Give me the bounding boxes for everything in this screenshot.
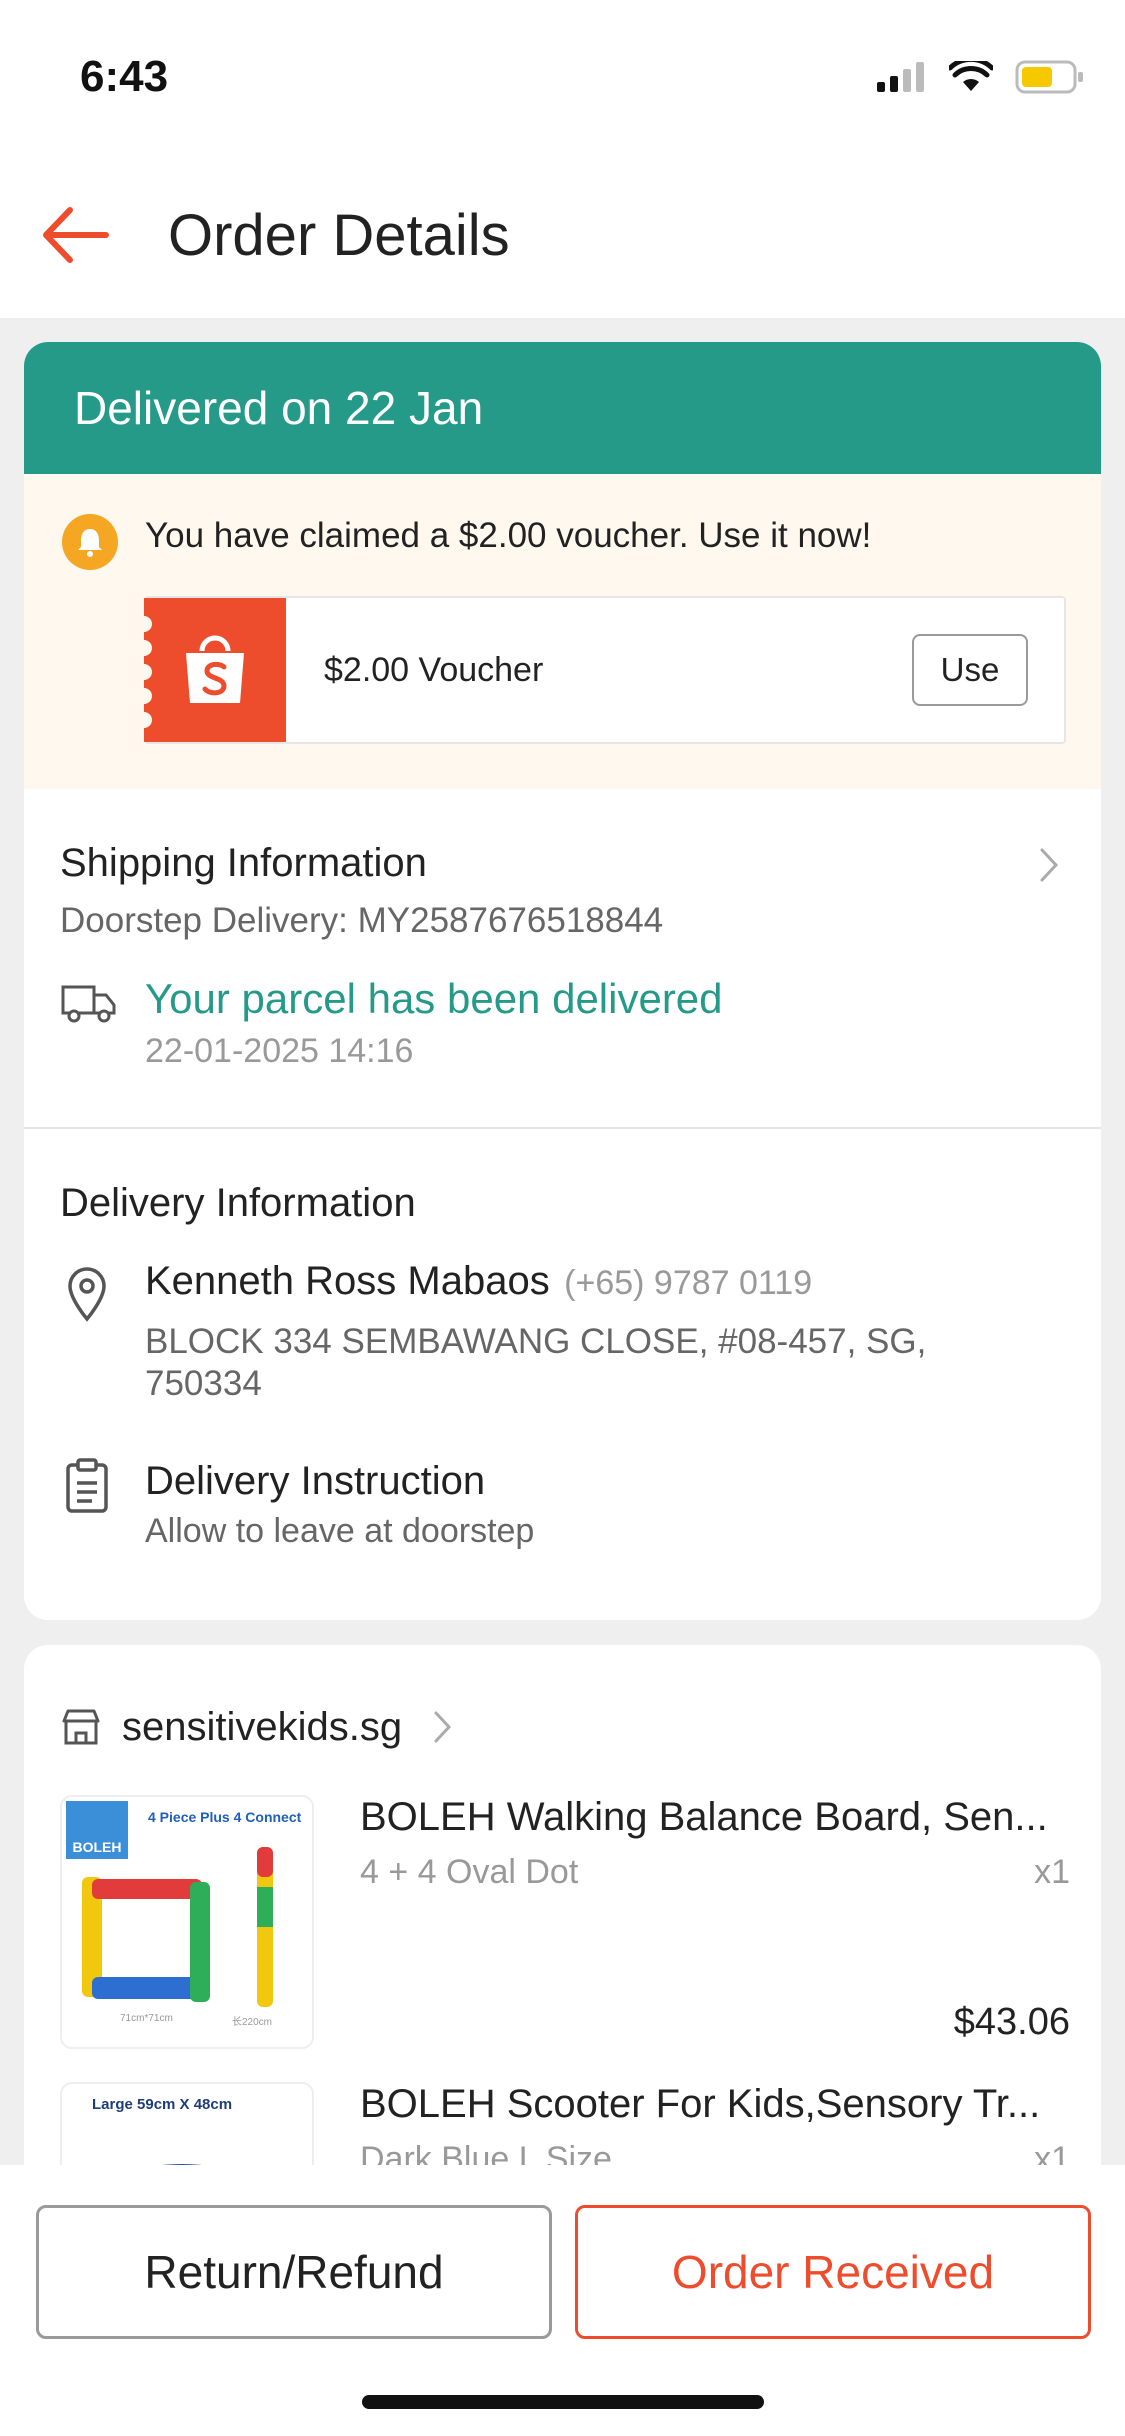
delivered-text: Delivered on 22 Jan <box>74 382 484 434</box>
delivery-status: Your parcel has been delivered <box>145 975 723 1022</box>
delivery-timestamp: 22-01-2025 14:16 <box>145 1032 414 1070</box>
recipient-row: Kenneth Ross Mabaos (+65) 9787 0119 <box>145 1259 812 1304</box>
thumb-dims-left: 71cm*71cm <box>120 2013 173 2024</box>
bell-icon <box>62 514 118 570</box>
instruction-text: Allow to leave at doorstep <box>145 1512 535 1550</box>
thumb-caption: 4 Piece Plus 4 Connect <box>148 1809 302 1825</box>
truck-icon <box>61 985 116 1023</box>
shipping-method: Doorstep Delivery: MY2587676518844 <box>60 901 664 940</box>
voucher-ticket[interactable]: $2.00 Voucher Use <box>136 596 1066 744</box>
recipient-name: Kenneth Ross Mabaos <box>145 1259 550 1303</box>
voucher-notice: You have claimed a $2.00 voucher. Use it… <box>24 474 1101 789</box>
shopping-bag-icon <box>186 635 244 703</box>
home-indicator <box>362 2395 764 2409</box>
status-bar: 6:43 <box>0 0 1125 150</box>
product-qty: x1 <box>1034 1853 1070 1891</box>
arrow-left-icon <box>43 207 109 263</box>
return-refund-button[interactable]: Return/Refund <box>36 2205 552 2339</box>
thumb-dims-right: 长220cm <box>232 2017 273 2028</box>
product-thumbnail: BOLEH 4 Piece Plus 4 Connect 71cm*71cm 长… <box>60 1795 314 2049</box>
recipient-phone: (+65) 9787 0119 <box>564 1264 813 1302</box>
recipient-address: BLOCK 334 SEMBAWANG CLOSE, #08-457, SG, … <box>145 1322 927 1403</box>
use-voucher-button[interactable]: Use <box>912 634 1028 706</box>
back-button[interactable] <box>36 200 116 270</box>
product-name: BOLEH Walking Balance Board, Sen... <box>360 1795 1048 1839</box>
delivery-instruction: Delivery Instruction Allow to leave at d… <box>145 1459 534 1551</box>
shop-name: sensitivekids.sg <box>122 1704 403 1749</box>
wifi-icon <box>949 61 993 91</box>
status-icons <box>877 60 1085 94</box>
battery-icon <box>1015 60 1083 94</box>
chevron-right-icon <box>1040 848 1059 882</box>
delivery-title: Delivery Information <box>60 1181 416 1225</box>
product-name: BOLEH Scooter For Kids,Sensory Tr... <box>360 2082 1041 2126</box>
instruction-title: Delivery Instruction <box>145 1459 486 1503</box>
voucher-label: $2.00 Voucher <box>324 650 544 689</box>
bottom-action-bar: Return/Refund Order Received <box>0 2165 1125 2436</box>
voucher-claim-text: You have claimed a $2.00 voucher. Use it… <box>145 516 872 555</box>
order-status-card: Delivered on 22 Jan You have claimed a $… <box>24 342 1101 1620</box>
divider <box>24 1127 1101 1129</box>
signal-icon <box>877 62 924 92</box>
shop-header[interactable]: sensitivekids.sg <box>60 1697 454 1757</box>
store-icon <box>62 1709 100 1745</box>
voucher-brand <box>136 598 286 742</box>
order-received-button[interactable]: Order Received <box>575 2205 1091 2339</box>
chevron-right-icon <box>434 1711 452 1743</box>
clipboard-icon <box>66 1458 108 1513</box>
product-item[interactable]: BOLEH 4 Piece Plus 4 Connect 71cm*71cm 长… <box>60 1795 1070 2051</box>
delivered-banner: Delivered on 22 Jan <box>24 342 1101 474</box>
shipping-section: Shipping Information Doorstep Delivery: … <box>24 789 1101 1513</box>
location-pin-icon <box>68 1267 106 1322</box>
product-variant: 4 + 4 Oval Dot <box>360 1853 579 1891</box>
page-title: Order Details <box>168 203 510 268</box>
shipping-info-row[interactable]: Shipping Information Doorstep Delivery: … <box>24 789 1101 940</box>
product-price: $43.06 <box>953 2001 1070 2043</box>
app-header: Order Details <box>0 150 1125 318</box>
thumb-caption: Large 59cm X 48cm <box>92 2096 233 2113</box>
shipping-title: Shipping Information <box>60 841 427 885</box>
status-time: 6:43 <box>80 52 169 101</box>
